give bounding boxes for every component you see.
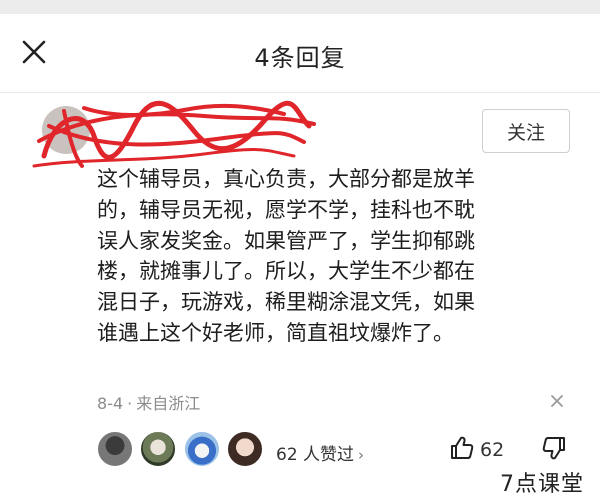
liker-avatar[interactable]	[226, 430, 264, 468]
comment-meta: 8-4 · 来自浙江	[97, 390, 200, 414]
meta-separator: ·	[127, 394, 133, 413]
comment-line: 这个辅导员，真心负责，大部分都是放羊	[97, 167, 475, 191]
dislike-button[interactable]	[540, 434, 568, 462]
close-small-icon	[551, 395, 563, 407]
comment-line: 谁遇上这个好老师，简直祖坟爆炸了。	[97, 320, 454, 345]
comment-line: 楼，就摊事儿了。所以，大学生不少都在	[97, 259, 475, 284]
likes-summary-link[interactable]: 62 人赞过 ›	[276, 440, 364, 465]
like-button[interactable]	[448, 434, 476, 462]
watermark: 7点课堂	[500, 472, 584, 497]
comment-line: 的，辅导员无视，愿学不学，挂科也不耽	[97, 197, 475, 222]
top-strip	[0, 0, 600, 14]
header-divider	[0, 92, 600, 93]
liker-avatar[interactable]	[139, 430, 177, 468]
liker-avatar[interactable]	[96, 430, 134, 468]
comment-body: 这个辅导员，真心负责，大部分都是放羊 的，辅导员无视，愿学不学，挂科也不耽 误人…	[97, 164, 567, 349]
chevron-right-icon: ›	[358, 446, 365, 464]
follow-button[interactable]: 关注	[482, 109, 570, 153]
comment-line: 混日子，玩游戏，稀里糊涂混文凭，如果	[97, 290, 475, 315]
comment-line: 误人家发奖金。如果管严了，学生抑郁跳	[97, 228, 475, 253]
liker-avatar[interactable]	[183, 430, 221, 468]
thumbs-up-icon	[451, 436, 474, 459]
comment-replies-screen: 4条回复 关注 这个辅导员，真心负责，大部分都是放羊 的，辅导员无视，愿学不学，…	[0, 0, 600, 502]
thumbs-down-icon	[542, 437, 565, 460]
avatar[interactable]	[42, 106, 90, 154]
header: 4条回复	[0, 14, 600, 92]
likes-summary: 62 人赞过	[276, 445, 355, 465]
page-title: 4条回复	[254, 44, 346, 72]
comment-date: 8-4	[97, 394, 124, 413]
dismiss-button[interactable]	[548, 392, 566, 410]
like-count: 62	[480, 439, 505, 461]
comment-location: 来自浙江	[136, 394, 201, 413]
comment-author[interactable]	[24, 96, 464, 170]
